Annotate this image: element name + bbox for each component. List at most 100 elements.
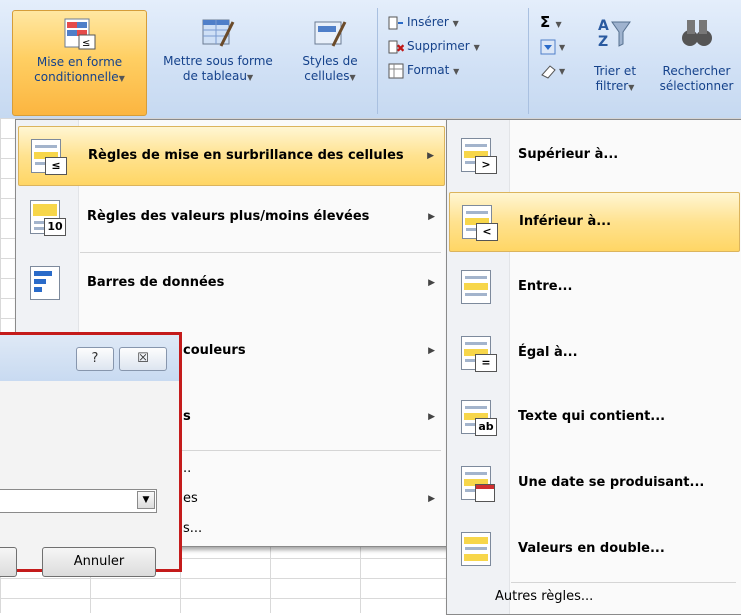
- data-bars-icon: [30, 266, 64, 300]
- chevron-right-icon: ▶: [428, 212, 435, 222]
- chevron-down-icon: ▼: [473, 43, 480, 52]
- menu-item-label: ..: [183, 461, 192, 476]
- sort-filter-label-2: filtrer: [595, 79, 629, 93]
- menu-item-label: Règles des valeurs plus/moins élevées: [87, 209, 370, 224]
- chevron-down-icon: ▼: [118, 74, 125, 83]
- ok-button[interactable]: [0, 547, 17, 577]
- menu-item-label: Règles de mise en surbrillance des cellu…: [88, 148, 404, 163]
- delete-cells-icon: ✖: [388, 39, 405, 55]
- menu-item-label: couleurs: [183, 343, 246, 358]
- svg-text:✖: ✖: [396, 42, 404, 55]
- menu-item-top-bottom-rules[interactable]: 10 Règles des valeurs plus/moins élevées…: [18, 188, 445, 246]
- cancel-button[interactable]: Annuler: [42, 547, 156, 577]
- format-button[interactable]: Format ▼: [388, 60, 459, 80]
- top-bottom-rules-icon: 10: [30, 200, 66, 236]
- chevron-down-icon: ▼: [555, 20, 562, 29]
- cell-styles-button[interactable]: Styles de cellules▼: [290, 10, 370, 114]
- less-than-icon: <: [462, 205, 498, 241]
- cell-styles-label-1: Styles de: [302, 54, 358, 68]
- clear-button[interactable]: ▼: [540, 60, 565, 80]
- submenu-item-between[interactable]: Entre...: [449, 258, 740, 316]
- dialog-body: ▼ Annuler: [0, 381, 179, 577]
- submenu-item-label: Entre...: [518, 279, 573, 294]
- svg-text:≤: ≤: [82, 38, 90, 49]
- format-as-table-button[interactable]: Mettre sous forme de tableau▼: [148, 10, 288, 114]
- highlight-rules-icon: ≤: [31, 139, 67, 175]
- find-select-label-1: Rechercher: [662, 64, 731, 78]
- group-separator: [528, 8, 529, 114]
- submenu-item-date-occurring[interactable]: Une date se produisant...: [449, 454, 740, 512]
- cell-styles-icon: [313, 16, 347, 50]
- chevron-right-icon: ▶: [428, 494, 435, 504]
- calendar-icon: [461, 466, 495, 502]
- highlight-rules-submenu: > Supérieur à... < Inférieur à... Entre.…: [446, 119, 741, 615]
- submenu-item-greater-than[interactable]: > Supérieur à...: [449, 126, 740, 184]
- more-rules-link[interactable]: Autres règles...: [495, 589, 593, 604]
- chevron-right-icon: ▶: [428, 346, 435, 356]
- menu-item-label: Barres de données: [87, 275, 225, 290]
- help-button[interactable]: ?: [76, 347, 114, 371]
- fill-down-icon: [540, 39, 556, 55]
- insert-label: Insérer: [407, 15, 449, 29]
- chevron-down-icon[interactable]: ▼: [137, 491, 155, 509]
- insert-button[interactable]: Insérer ▼: [388, 12, 459, 32]
- submenu-item-label: Supérieur à...: [518, 147, 619, 162]
- find-select-button[interactable]: Rechercher sélectionner: [652, 10, 741, 114]
- dialog-titlebar: ? ☒: [0, 335, 179, 381]
- conditional-formatting-button[interactable]: ≤ Mise en forme conditionnelle▼: [12, 10, 147, 116]
- menu-item-label: s: [183, 409, 191, 424]
- submenu-item-duplicate-values[interactable]: Valeurs en double...: [449, 520, 740, 578]
- format-as-table-label-2: de tableau: [182, 69, 247, 83]
- format-table-icon: [201, 16, 235, 50]
- greater-than-icon: >: [461, 138, 497, 174]
- chevron-down-icon: ▼: [559, 67, 566, 76]
- submenu-item-label: Inférieur à...: [519, 214, 612, 229]
- autosum-label: Σ: [540, 13, 551, 31]
- chevron-down-icon: ▼: [453, 67, 460, 76]
- text-contains-icon: ab: [461, 400, 497, 436]
- format-label: Format: [407, 63, 450, 77]
- submenu-item-label: Une date se produisant...: [518, 475, 705, 490]
- close-button[interactable]: ☒: [119, 347, 167, 371]
- binoculars-icon: [680, 16, 714, 50]
- fill-button[interactable]: ▼: [540, 36, 565, 56]
- delete-button[interactable]: ✖ Supprimer ▼: [388, 36, 480, 56]
- menu-item-label: es: [183, 491, 198, 506]
- format-as-table-label-1: Mettre sous forme: [163, 54, 273, 68]
- chevron-down-icon: ▼: [628, 83, 635, 92]
- equal-to-icon: =: [461, 336, 497, 372]
- insert-cells-icon: [388, 15, 404, 31]
- find-select-label-2: sélectionner: [659, 79, 734, 93]
- chevron-down-icon: ▼: [349, 73, 356, 82]
- less-than-dialog: ? ☒ ▼ Annuler: [0, 332, 182, 577]
- menu-item-highlight-rules[interactable]: ≤ Règles de mise en surbrillance des cel…: [18, 126, 445, 186]
- between-icon: [461, 270, 495, 304]
- cell-styles-label-2: cellules: [304, 69, 350, 83]
- svg-text:Z: Z: [598, 34, 608, 50]
- chevron-right-icon: ▶: [428, 412, 435, 422]
- chevron-down-icon: ▼: [452, 19, 459, 28]
- menu-item-label: s...: [183, 521, 203, 536]
- submenu-item-label: Égal à...: [518, 345, 578, 360]
- chevron-right-icon: ▶: [427, 151, 434, 161]
- submenu-item-label: Valeurs en double...: [518, 541, 665, 556]
- format-cells-icon: [388, 63, 404, 79]
- submenu-item-text-contains[interactable]: ab Texte qui contient...: [449, 388, 740, 446]
- delete-label: Supprimer: [407, 39, 470, 53]
- format-select[interactable]: ▼: [0, 489, 157, 513]
- eraser-icon: [540, 63, 556, 79]
- sort-filter-button[interactable]: AZ Trier et filtrer▼: [580, 10, 650, 114]
- autosum-button[interactable]: Σ ▼: [540, 12, 562, 32]
- sort-filter-icon: AZ: [598, 16, 632, 50]
- group-separator: [377, 8, 378, 114]
- menu-item-data-bars[interactable]: Barres de données ▶: [18, 254, 445, 312]
- submenu-item-less-than[interactable]: < Inférieur à...: [449, 192, 740, 252]
- submenu-item-equal-to[interactable]: = Égal à...: [449, 324, 740, 382]
- svg-text:A: A: [598, 18, 609, 34]
- duplicate-values-icon: [461, 532, 495, 566]
- chevron-right-icon: ▶: [428, 278, 435, 288]
- chevron-down-icon: ▼: [247, 73, 254, 82]
- ribbon: ≤ Mise en forme conditionnelle▼ Mettre s…: [0, 0, 741, 119]
- conditional-formatting-label-2: conditionnelle: [34, 70, 119, 84]
- conditional-formatting-label-1: Mise en forme: [36, 55, 123, 69]
